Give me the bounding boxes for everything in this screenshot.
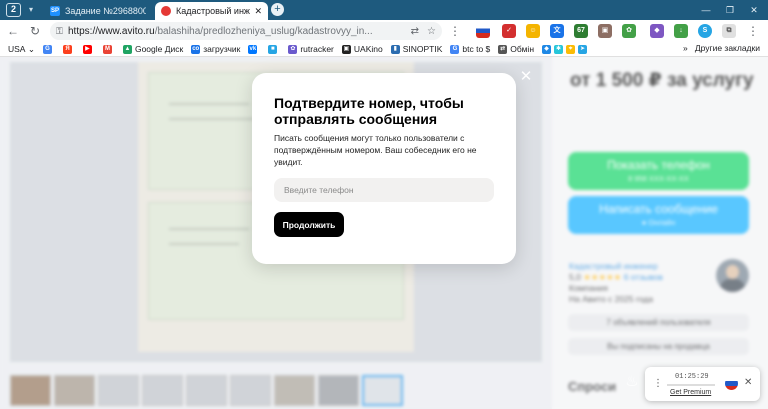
- bookmark-sinoptik[interactable]: ▮ SINOPTIK: [390, 44, 443, 54]
- tab-title: Кадастровый инженер: [176, 6, 250, 16]
- bookmark-google-drive[interactable]: ▲ Google Диск: [122, 44, 184, 54]
- other-bookmarks-label: Другие закладки: [694, 43, 760, 53]
- recorder-time: 01:25:29: [675, 373, 709, 381]
- extension-shield-icon[interactable]: ✓: [502, 24, 516, 38]
- bookmark-gmail[interactable]: M: [102, 44, 115, 54]
- vk-icon: vk: [248, 44, 258, 54]
- window-close-icon[interactable]: ✕: [747, 3, 761, 17]
- downloader-icon: co: [191, 44, 201, 54]
- menu-dots-icon[interactable]: ⋮: [447, 23, 463, 39]
- reload-icon[interactable]: ↻: [27, 23, 43, 39]
- bookmark-more-icons[interactable]: ◆ ✱ ⌖ ➤: [542, 44, 590, 54]
- recorder-menu-icon[interactable]: ⋮: [653, 378, 663, 389]
- bookmark-google[interactable]: G: [42, 44, 55, 54]
- modal-description: Писать сообщения могут только пользовате…: [274, 133, 477, 167]
- translate-icon[interactable]: ⇄: [411, 26, 419, 37]
- url-path: /balashiha/predlozheniya_uslug/kadastrov…: [154, 25, 373, 37]
- bookmark-icon: ◆: [542, 44, 552, 54]
- sinoptik-icon: ▮: [390, 44, 400, 54]
- tab-list-chevron-icon[interactable]: ▾: [24, 3, 38, 17]
- extensions-icon[interactable]: ⧉: [722, 24, 736, 38]
- recorder-widget: ⋮ 01:25:29 Get Premium ✕: [645, 367, 760, 401]
- bookmark-uakino[interactable]: ▣ UAKino: [341, 44, 383, 54]
- bookmark-yandex[interactable]: Я: [62, 44, 75, 54]
- bookmark-label: загрузчик: [203, 44, 241, 54]
- bookmark-label: Обмін: [510, 44, 535, 54]
- extension-puzzle-icon[interactable]: ◆: [650, 24, 664, 38]
- tab-strip: 2 ▾ SP Задание №2968800 - про Кадастровы…: [0, 0, 768, 20]
- uakino-icon: ▣: [341, 44, 351, 54]
- close-tab-icon[interactable]: ✕: [254, 6, 262, 17]
- bookmark-label: UAKino: [353, 44, 383, 54]
- bookmark-youtube[interactable]: ▶: [82, 44, 95, 54]
- bookmark-icon: ✱: [554, 44, 564, 54]
- phone-input[interactable]: [274, 178, 494, 202]
- bookmark-label: rutracker: [300, 44, 334, 54]
- drive-icon: ▲: [122, 44, 132, 54]
- tab-count-badge[interactable]: 2: [6, 3, 21, 17]
- bookmark-exchange[interactable]: ⇄ Обмін: [498, 44, 534, 54]
- google-icon: G: [450, 44, 460, 54]
- bookmark-rutracker[interactable]: ✿ rutracker: [288, 44, 334, 54]
- bookmark-downloader[interactable]: co загрузчик: [191, 44, 240, 54]
- bookmark-btc[interactable]: Gbtc to $: [450, 44, 490, 54]
- modal-title: Подтвердите номер, чтобы отправлять сооб…: [274, 95, 464, 127]
- restore-icon[interactable]: ❐: [723, 3, 737, 17]
- google-icon: G: [42, 44, 52, 54]
- fire-icon[interactable]: ♨: [623, 372, 641, 392]
- continue-button[interactable]: Продолжить: [274, 212, 344, 237]
- yandex-icon: Я: [62, 44, 72, 54]
- bookmarks-bar: USA ⌄ G Я ▶ M ▲ Google Диск co загрузчик v…: [0, 42, 768, 57]
- address-bar[interactable]: ⚿ https://www.avito.ru /balashiha/predlo…: [50, 22, 442, 40]
- bookmark-icon: ■: [268, 44, 278, 54]
- bookmark-label: btc to $: [462, 44, 491, 54]
- gmail-icon: M: [102, 44, 112, 54]
- bookmark-vk[interactable]: vk: [248, 44, 260, 54]
- url-domain: https://www.avito.ru: [68, 25, 155, 37]
- browser-toolbar: ← ↻ ⚿ https://www.avito.ru /balashiha/pr…: [0, 20, 768, 42]
- extension-s-icon[interactable]: S: [698, 24, 712, 38]
- minimize-icon[interactable]: —: [699, 3, 713, 17]
- russia-flag-icon[interactable]: [725, 377, 738, 390]
- new-tab-button[interactable]: +: [271, 3, 284, 16]
- bookmark-label: USA: [8, 44, 26, 54]
- language-flag-icon[interactable]: [476, 24, 490, 38]
- site-info-icon[interactable]: ⚿: [56, 26, 68, 37]
- browser-menu-icon[interactable]: ⋮: [745, 23, 761, 39]
- recorder-close-icon[interactable]: ✕: [744, 377, 752, 388]
- avito-favicon-icon: [161, 6, 171, 16]
- verify-phone-modal: Подтвердите номер, чтобы отправлять сооб…: [252, 73, 516, 264]
- extension-leaf-icon[interactable]: ✿: [622, 24, 636, 38]
- telegram-icon: ➤: [578, 44, 588, 54]
- extension-box-icon[interactable]: ▣: [598, 24, 612, 38]
- close-icon[interactable]: ✕: [519, 69, 533, 84]
- tab-title: Задание №2968800 - про: [65, 6, 146, 16]
- bookmark-label: SINOPTIK: [402, 44, 443, 54]
- other-bookmarks[interactable]: » Другие закладки: [679, 43, 760, 53]
- maps-icon: ⌖: [566, 44, 576, 54]
- download-icon[interactable]: ↓: [674, 24, 688, 38]
- exchange-icon: ⇄: [498, 44, 508, 54]
- bookmark-usa[interactable]: USA ⌄: [8, 44, 35, 55]
- extension-face-icon[interactable]: ☺: [526, 24, 540, 38]
- extension-translate-icon[interactable]: 文: [550, 24, 564, 38]
- youtube-icon: ▶: [82, 44, 92, 54]
- bookmark-blue[interactable]: ■: [268, 44, 280, 54]
- sp-favicon-icon: SP: [50, 6, 60, 16]
- bookmark-label: Google Диск: [134, 44, 184, 54]
- get-premium-link[interactable]: Get Premium: [670, 389, 711, 396]
- bookmark-star-icon[interactable]: ☆: [427, 26, 436, 37]
- tab-zadanie[interactable]: SP Задание №2968800 - про: [44, 2, 152, 20]
- tab-avito[interactable]: Кадастровый инженер ✕: [155, 2, 268, 20]
- recorder-progress: [667, 384, 715, 386]
- extension-ltc-icon[interactable]: 67: [574, 24, 588, 38]
- back-icon[interactable]: ←: [5, 23, 21, 39]
- rutracker-icon: ✿: [288, 44, 298, 54]
